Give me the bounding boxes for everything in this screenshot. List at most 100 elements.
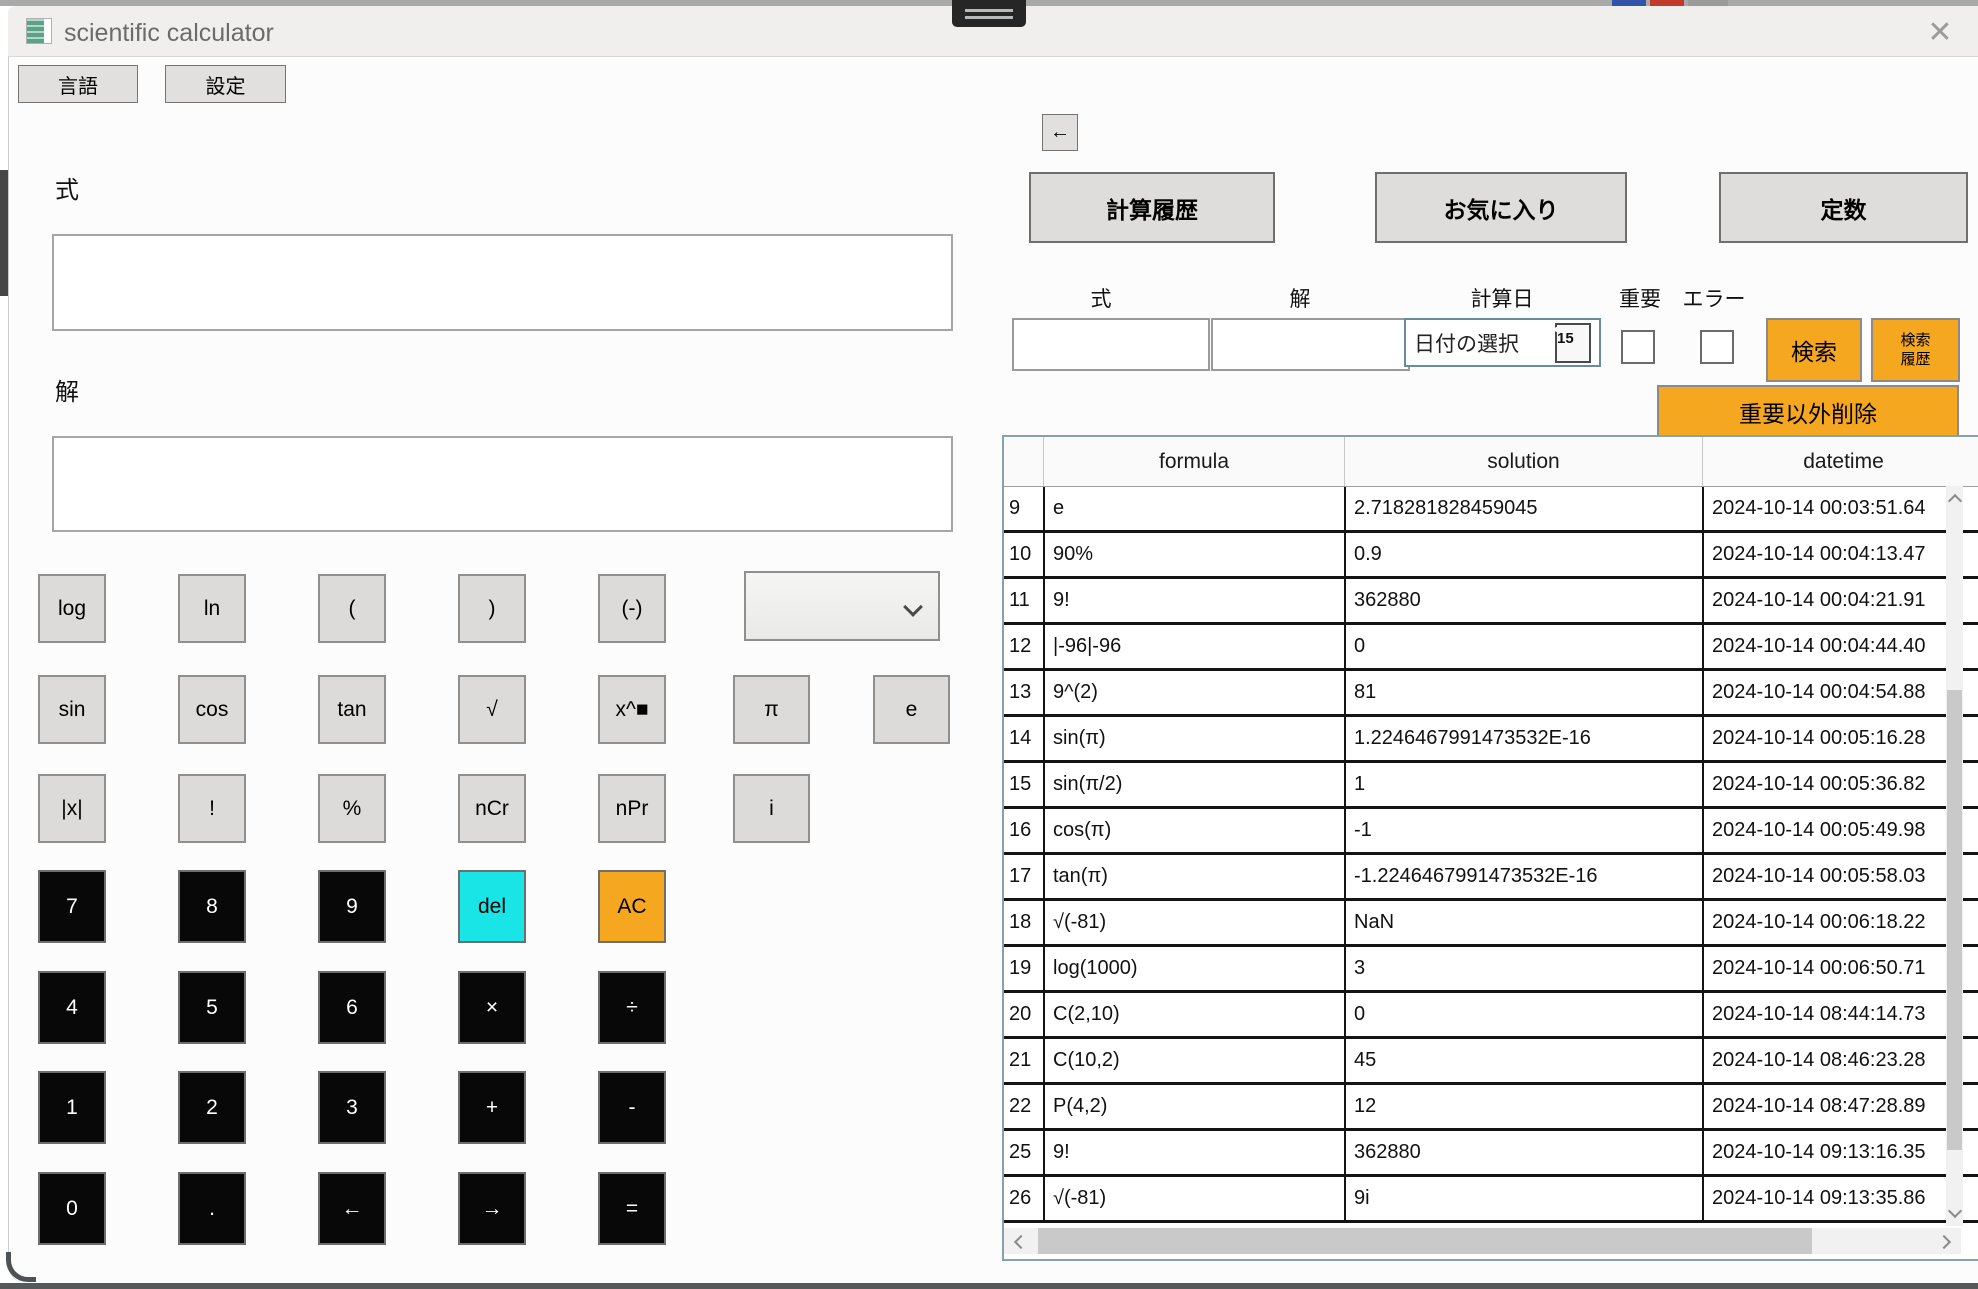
vertical-scrollbar[interactable] <box>1946 486 1963 1226</box>
calc-key-sym[interactable]: = <box>598 1172 666 1245</box>
calc-key-nCr[interactable]: nCr <box>458 774 526 843</box>
error-checkbox[interactable] <box>1700 330 1734 364</box>
tab-constants[interactable]: 定数 <box>1719 172 1968 243</box>
calc-key-sym[interactable]: (-) <box>598 574 666 643</box>
scroll-up-icon[interactable] <box>1948 494 1962 508</box>
cell-solution: 0 <box>1344 993 1702 1036</box>
calc-key-sym[interactable]: × <box>458 971 526 1044</box>
formula-display[interactable] <box>52 234 953 331</box>
calc-key-del[interactable]: del <box>458 870 526 943</box>
calc-key-0[interactable]: 0 <box>38 1172 106 1245</box>
table-row[interactable]: 20C(2,10)02024-10-14 08:44:14.73 <box>1004 993 1978 1039</box>
cell-formula: |-96|-96 <box>1043 625 1344 668</box>
calc-key-sin[interactable]: sin <box>38 675 106 744</box>
calc-key-sym[interactable]: ) <box>458 574 526 643</box>
calc-key-nPr[interactable]: nPr <box>598 774 666 843</box>
table-row[interactable]: 1090%0.92024-10-14 00:04:13.47 <box>1004 533 1978 579</box>
history-table: formula solution datetime 9e2.7182818284… <box>1002 435 1978 1261</box>
calc-key-sym[interactable]: ← <box>318 1172 386 1245</box>
date-picker-placeholder: 日付の選択 <box>1414 328 1519 358</box>
calc-key-symxsym[interactable]: |x| <box>38 774 106 843</box>
calc-key-sym[interactable]: ! <box>178 774 246 843</box>
settings-button[interactable]: 設定 <box>165 65 286 103</box>
tab-calculation-history[interactable]: 計算履歴 <box>1029 172 1275 243</box>
filter-important-label: 重要 <box>1619 283 1661 313</box>
filter-solution-input[interactable] <box>1211 318 1410 371</box>
header-datetime[interactable]: datetime <box>1702 437 1978 486</box>
horizontal-scrollbar-thumb[interactable] <box>1038 1228 1812 1254</box>
calc-key-tan[interactable]: tan <box>318 675 386 744</box>
horizontal-scrollbar[interactable] <box>1004 1228 1961 1254</box>
calc-key-sym[interactable]: - <box>598 1071 666 1144</box>
calc-key-4[interactable]: 4 <box>38 971 106 1044</box>
table-row[interactable]: 12|-96|-9602024-10-14 00:04:44.40 <box>1004 625 1978 671</box>
calc-key-3[interactable]: 3 <box>318 1071 386 1144</box>
delete-non-important-button[interactable]: 重要以外削除 <box>1657 385 1959 438</box>
calc-key-sym[interactable]: . <box>178 1172 246 1245</box>
table-row[interactable]: 14sin(π)1.2246467991473532E-162024-10-14… <box>1004 717 1978 763</box>
calc-key-sym[interactable]: √ <box>458 675 526 744</box>
cell-formula: 9! <box>1043 1131 1344 1174</box>
table-row[interactable]: 21C(10,2)452024-10-14 08:46:23.28 <box>1004 1039 1978 1085</box>
header-solution[interactable]: solution <box>1344 437 1702 486</box>
search-button[interactable]: 検索 <box>1766 318 1862 382</box>
cell-datetime: 2024-10-14 00:05:16.28 <box>1702 717 1978 760</box>
table-row[interactable]: 19log(1000)32024-10-14 00:06:50.71 <box>1004 947 1978 993</box>
search-history-button[interactable]: 検索 履歴 <box>1871 318 1960 382</box>
cell-formula: log(1000) <box>1043 947 1344 990</box>
window-drag-handle[interactable] <box>952 0 1026 27</box>
calc-key-5[interactable]: 5 <box>178 971 246 1044</box>
cell-num: 14 <box>1004 717 1043 760</box>
cell-num: 16 <box>1004 809 1043 852</box>
calc-key-1[interactable]: 1 <box>38 1071 106 1144</box>
table-row[interactable]: 9e2.7182818284590452024-10-14 00:03:51.6… <box>1004 487 1978 533</box>
calc-key-AC[interactable]: AC <box>598 870 666 943</box>
table-row[interactable]: 15sin(π/2)12024-10-14 00:05:36.82 <box>1004 763 1978 809</box>
calc-key-e[interactable]: e <box>873 675 950 744</box>
calc-key-i[interactable]: i <box>733 774 810 843</box>
back-button[interactable]: ← <box>1042 114 1078 151</box>
table-row[interactable]: 119!3628802024-10-14 00:04:21.91 <box>1004 579 1978 625</box>
table-header: formula solution datetime <box>1004 437 1978 487</box>
calc-key-9[interactable]: 9 <box>318 870 386 943</box>
tab-favorites[interactable]: お気に入り <box>1375 172 1627 243</box>
calc-key-ln[interactable]: ln <box>178 574 246 643</box>
solution-display[interactable] <box>52 436 953 532</box>
cell-num: 9 <box>1004 487 1043 530</box>
close-icon[interactable]: ✕ <box>1918 12 1962 52</box>
calc-key-6[interactable]: 6 <box>318 971 386 1044</box>
background-fragment <box>0 170 8 296</box>
calc-key-sym[interactable]: % <box>318 774 386 843</box>
calc-key-8[interactable]: 8 <box>178 870 246 943</box>
header-formula[interactable]: formula <box>1043 437 1344 486</box>
table-row[interactable]: 22P(4,2)122024-10-14 08:47:28.89 <box>1004 1085 1978 1131</box>
cell-num: 25 <box>1004 1131 1043 1174</box>
calc-key-sym[interactable]: + <box>458 1071 526 1144</box>
date-picker[interactable]: 日付の選択 15 <box>1404 318 1601 367</box>
table-row[interactable]: 26√(-81)9i2024-10-14 09:13:35.86 <box>1004 1177 1978 1223</box>
table-row[interactable]: 18√(-81)NaN2024-10-14 00:06:18.22 <box>1004 901 1978 947</box>
calc-key-sym[interactable]: ÷ <box>598 971 666 1044</box>
table-row[interactable]: 17tan(π)-1.2246467991473532E-162024-10-1… <box>1004 855 1978 901</box>
calc-key-sym[interactable]: π <box>733 675 810 744</box>
calc-key-sym[interactable]: → <box>458 1172 526 1245</box>
language-button[interactable]: 言語 <box>18 65 138 103</box>
filter-formula-input[interactable] <box>1012 318 1210 371</box>
important-checkbox[interactable] <box>1621 330 1655 364</box>
calc-dropdown[interactable] <box>744 571 940 641</box>
cell-formula: C(2,10) <box>1043 993 1344 1036</box>
scroll-right-icon[interactable] <box>1937 1235 1951 1249</box>
calc-key-cos[interactable]: cos <box>178 675 246 744</box>
calc-key-7[interactable]: 7 <box>38 870 106 943</box>
table-row[interactable]: 259!3628802024-10-14 09:13:16.35 <box>1004 1131 1978 1177</box>
calc-key-log[interactable]: log <box>38 574 106 643</box>
calc-key-2[interactable]: 2 <box>178 1071 246 1144</box>
scroll-left-icon[interactable] <box>1014 1235 1028 1249</box>
calc-key-xsym[interactable]: x^■ <box>598 675 666 744</box>
cell-datetime: 2024-10-14 08:44:14.73 <box>1702 993 1978 1036</box>
table-row[interactable]: 139^(2)812024-10-14 00:04:54.88 <box>1004 671 1978 717</box>
vertical-scrollbar-thumb[interactable] <box>1947 690 1962 1150</box>
table-row[interactable]: 16cos(π)-12024-10-14 00:05:49.98 <box>1004 809 1978 855</box>
calc-key-sym[interactable]: ( <box>318 574 386 643</box>
scroll-down-icon[interactable] <box>1948 1204 1962 1218</box>
